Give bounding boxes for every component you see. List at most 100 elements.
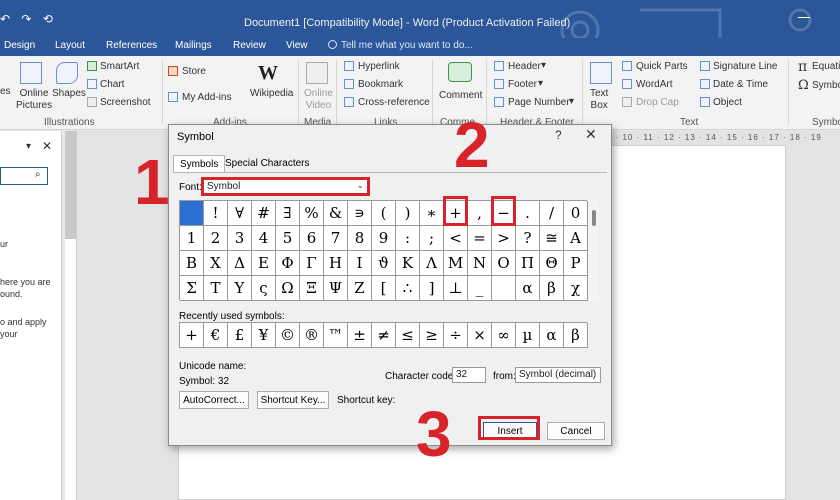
symbol-cell[interactable]: 1 (180, 226, 204, 251)
recent-symbol-cell[interactable]: × (468, 323, 492, 348)
recent-symbol-cell[interactable]: ≥ (420, 323, 444, 348)
recent-symbol-cell[interactable]: ∞ (492, 323, 516, 348)
symbol-cell[interactable]: # (252, 201, 276, 226)
symbol-cell[interactable]: ] (420, 276, 444, 301)
symbol-cell[interactable]: Φ (276, 251, 300, 276)
symbol-cell[interactable]: Ζ (348, 276, 372, 301)
symbol-cell[interactable]: 6 (300, 226, 324, 251)
symbol-cell[interactable]: χ (564, 276, 588, 301)
symbol-cell[interactable]: ∀ (228, 201, 252, 226)
symbol-cell[interactable]: % (300, 201, 324, 226)
cross-reference-button[interactable]: Cross-reference (358, 97, 430, 108)
symbol-cell[interactable]: Υ (228, 276, 252, 301)
tab-view[interactable]: View (286, 40, 308, 51)
font-select[interactable]: Symbol ⌄ (203, 179, 369, 195)
symbol-cell[interactable]: Ε (252, 251, 276, 276)
chevron-down-icon[interactable]: ▾ (26, 141, 31, 152)
shapes-button[interactable]: Shapes (52, 88, 86, 99)
symbol-cell[interactable]: β (540, 276, 564, 301)
symbol-cell[interactable]: ∗ (420, 201, 444, 226)
symbol-cell[interactable]: ς (252, 276, 276, 301)
symbol-cell[interactable]: < (444, 226, 468, 251)
symbol-cell[interactable]: ∴ (396, 276, 420, 301)
cancel-button[interactable]: Cancel (547, 422, 605, 440)
my-addins-button[interactable]: My Add-ins (182, 92, 231, 103)
symbol-cell[interactable]: > (492, 226, 516, 251)
symbol-cell[interactable]: Κ (396, 251, 420, 276)
tab-mailings[interactable]: Mailings (175, 40, 212, 51)
smartart-button[interactable]: SmartArt (100, 61, 139, 72)
symbol-cell[interactable]: / (540, 201, 564, 226)
tab-review[interactable]: Review (233, 40, 266, 51)
object-button[interactable]: Object (713, 97, 742, 108)
quick-access-toolbar[interactable]: ↶ ↷ ⟲ (0, 12, 57, 26)
symbol-cell[interactable] (180, 201, 204, 226)
symbol-cell[interactable]: & (324, 201, 348, 226)
symbol-cell[interactable]: Ν (468, 251, 492, 276)
footer-dropdown-icon[interactable]: ▾ (538, 78, 543, 89)
close-icon[interactable]: ✕ (42, 139, 52, 153)
symbol-cell[interactable]: _ (468, 276, 492, 301)
signature-line-button[interactable]: Signature Line (713, 61, 778, 72)
symbol-cell[interactable]: Ρ (564, 251, 588, 276)
symbol-cell[interactable]: + (444, 201, 468, 226)
symbol-cell[interactable]: ( (372, 201, 396, 226)
shortcut-key-button[interactable]: Shortcut Key... (257, 391, 329, 409)
symbol-button[interactable]: Symbo (812, 80, 840, 91)
symbol-cell[interactable]: Γ (300, 251, 324, 276)
autocorrect-button[interactable]: AutoCorrect... (179, 391, 249, 409)
navigation-search-input[interactable]: ⌕ (0, 167, 48, 185)
tab-references[interactable]: References (106, 40, 157, 51)
symbol-cell[interactable]: ϑ (372, 251, 396, 276)
symbol-cell[interactable]: 2 (204, 226, 228, 251)
symbol-cell[interactable]: Ω (276, 276, 300, 301)
symbol-cell[interactable]: Α (564, 226, 588, 251)
date-time-button[interactable]: Date & Time (713, 79, 768, 90)
symbol-cell[interactable]: Ψ (324, 276, 348, 301)
symbol-cell[interactable]: 5 (276, 226, 300, 251)
recent-symbol-cell[interactable]: ™ (324, 323, 348, 348)
insert-button[interactable]: Insert (483, 422, 537, 440)
recent-symbol-cell[interactable]: ® (300, 323, 324, 348)
symbol-cell[interactable]: : (396, 226, 420, 251)
symbol-grid-scrollbar[interactable] (589, 200, 599, 300)
recent-symbol-cell[interactable]: µ (516, 323, 540, 348)
recent-symbol-cell[interactable]: ± (348, 323, 372, 348)
symbol-cell[interactable]: ; (420, 226, 444, 251)
hyperlink-button[interactable]: Hyperlink (358, 61, 400, 72)
character-code-input[interactable]: 32 (452, 367, 486, 383)
symbol-cell[interactable]: ? (516, 226, 540, 251)
symbol-cell[interactable]: Σ (180, 276, 204, 301)
symbol-cell[interactable]: ≅ (540, 226, 564, 251)
recent-symbol-cell[interactable]: α (540, 323, 564, 348)
recent-symbol-cell[interactable]: ¥ (252, 323, 276, 348)
recent-symbol-cell[interactable]: ≤ (396, 323, 420, 348)
tab-special-characters[interactable]: Special Characters (219, 155, 315, 173)
symbol-cell[interactable]: Ο (492, 251, 516, 276)
symbol-cell[interactable]: Η (324, 251, 348, 276)
from-select[interactable]: Symbol (decimal) (515, 367, 601, 383)
drop-cap-button[interactable]: Drop Cap (636, 97, 679, 108)
symbol-cell[interactable]: Β (180, 251, 204, 276)
tab-symbols[interactable]: Symbols (173, 155, 226, 173)
symbol-cell[interactable]: Χ (204, 251, 228, 276)
symbol-cell[interactable]: ∍ (348, 201, 372, 226)
page-number-dropdown-icon[interactable]: ▾ (569, 96, 574, 107)
wordart-button[interactable]: WordArt (636, 79, 673, 90)
store-button[interactable]: Store (182, 66, 206, 77)
symbol-cell[interactable]: Λ (420, 251, 444, 276)
symbol-cell[interactable]: − (492, 201, 516, 226)
symbol-cell[interactable]: ) (396, 201, 420, 226)
scrollbar-thumb[interactable] (592, 210, 596, 226)
header-dropdown-icon[interactable]: ▾ (541, 60, 546, 71)
symbol-cell[interactable]: = (468, 226, 492, 251)
recent-symbol-cell[interactable]: € (204, 323, 228, 348)
quick-parts-button[interactable]: Quick Parts (636, 61, 688, 72)
symbol-cell[interactable]: 4 (252, 226, 276, 251)
symbol-cell[interactable]: Δ (228, 251, 252, 276)
symbol-cell[interactable]: ⊥ (444, 276, 468, 301)
symbol-cell[interactable]: 7 (324, 226, 348, 251)
footer-button[interactable]: Footer (508, 79, 537, 90)
symbol-cell[interactable]: Τ (204, 276, 228, 301)
symbol-cell[interactable]: α (516, 276, 540, 301)
